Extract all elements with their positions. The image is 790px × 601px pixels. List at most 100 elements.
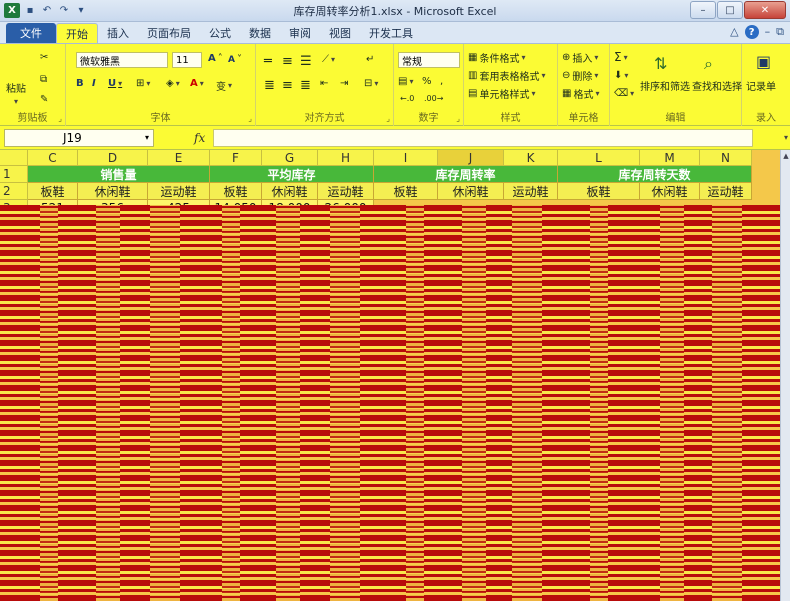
column-header-n[interactable]: N	[700, 150, 752, 166]
help-icon[interactable]: ?	[744, 25, 759, 39]
accounting-format-icon[interactable]: ▤ ▾	[398, 76, 413, 87]
column-header-m[interactable]: M	[640, 150, 700, 166]
form-icon[interactable]: ▣	[756, 52, 771, 71]
percent-button[interactable]: %	[422, 76, 432, 87]
column-header-f[interactable]: F	[210, 150, 262, 166]
number-format-select[interactable]: 常规	[398, 52, 460, 68]
align-right-icon[interactable]: ≣	[300, 78, 311, 93]
format-painter-icon[interactable]: ✎	[40, 94, 48, 105]
conditional-format-button[interactable]: ▦ 条件格式 ▾	[468, 50, 525, 65]
row-header-1[interactable]: 1	[0, 166, 28, 183]
shrink-font-button[interactable]: A ˅	[228, 54, 242, 65]
group-header-cell[interactable]: 库存周转率	[374, 166, 558, 183]
undo-icon[interactable]: ↶	[40, 4, 54, 18]
row-header-2[interactable]: 2	[0, 183, 28, 200]
tab-view[interactable]: 视图	[320, 23, 360, 43]
save-icon[interactable]: ▪	[23, 4, 37, 18]
tab-formulas[interactable]: 公式	[200, 23, 240, 43]
font-launcher-icon[interactable]: ⌟	[248, 114, 252, 123]
decrease-indent-icon[interactable]: ⇤	[320, 78, 328, 89]
sub-header-cell[interactable]: 休闲鞋	[438, 183, 504, 200]
copy-icon[interactable]: ⧉	[40, 74, 47, 85]
column-header-d[interactable]: D	[78, 150, 148, 166]
vertical-scrollbar[interactable]: ▲	[780, 150, 790, 601]
number-launcher-icon[interactable]: ⌟	[456, 114, 460, 123]
insert-function-button[interactable]: fx	[194, 131, 205, 145]
column-header-l[interactable]: L	[558, 150, 640, 166]
grow-font-button[interactable]: A ˄	[208, 53, 223, 64]
sub-header-cell[interactable]: 运动鞋	[148, 183, 210, 200]
maximize-button[interactable]: □	[717, 1, 743, 19]
merge-center-icon[interactable]: ⊟ ▾	[364, 78, 378, 89]
sub-header-cell[interactable]: 休闲鞋	[262, 183, 318, 200]
column-header-i[interactable]: I	[374, 150, 438, 166]
sub-header-cell[interactable]: 板鞋	[210, 183, 262, 200]
group-header-cell[interactable]: 库存周转天数	[558, 166, 752, 183]
align-center-icon[interactable]: ≡	[282, 78, 293, 93]
phonetic-button[interactable]: 变 ▾	[216, 78, 232, 93]
cut-icon[interactable]: ✂	[40, 52, 48, 63]
delete-cells-button[interactable]: ⊖ 删除 ▾	[562, 68, 598, 83]
tab-data[interactable]: 数据	[240, 23, 280, 43]
tab-file[interactable]: 文件	[6, 23, 56, 43]
tab-page-layout[interactable]: 页面布局	[138, 23, 200, 43]
increase-indent-icon[interactable]: ⇥	[340, 78, 348, 89]
paste-button[interactable]: 粘贴 ▾	[6, 80, 26, 106]
increase-decimal-icon[interactable]: ←.0	[400, 94, 414, 103]
sub-header-cell[interactable]: 运动鞋	[700, 183, 752, 200]
tab-review[interactable]: 审阅	[280, 23, 320, 43]
window-minimize-icon[interactable]: –	[765, 25, 771, 39]
tab-insert[interactable]: 插入	[98, 23, 138, 43]
comma-button[interactable]: ,	[440, 76, 443, 87]
select-all-corner[interactable]	[0, 150, 28, 166]
sub-header-cell[interactable]: 休闲鞋	[78, 183, 148, 200]
font-name-input[interactable]: 微软雅黑	[76, 52, 168, 68]
format-as-table-button[interactable]: ▥ 套用表格格式 ▾	[468, 68, 545, 83]
italic-button[interactable]: I	[92, 78, 96, 89]
decrease-decimal-icon[interactable]: .00→	[424, 94, 443, 103]
redo-icon[interactable]: ↷	[57, 4, 71, 18]
orientation-icon[interactable]: ⟋ ▾	[322, 54, 335, 65]
wrap-text-icon[interactable]: ↵	[366, 54, 374, 65]
sub-header-cell[interactable]: 板鞋	[374, 183, 438, 200]
format-cells-button[interactable]: ▦ 格式 ▾	[562, 86, 599, 101]
sub-header-cell[interactable]: 休闲鞋	[640, 183, 700, 200]
insert-cells-button[interactable]: ⊕ 插入 ▾	[562, 50, 598, 65]
alignment-launcher-icon[interactable]: ⌟	[386, 114, 390, 123]
column-header-e[interactable]: E	[148, 150, 210, 166]
align-bottom-icon[interactable]: ☰	[300, 54, 312, 69]
underline-button[interactable]: U ▾	[108, 78, 122, 89]
column-header-k[interactable]: K	[504, 150, 558, 166]
border-icon[interactable]: ⊞ ▾	[136, 78, 150, 89]
find-select-icon[interactable]: ⌕	[704, 54, 713, 74]
sort-filter-icon[interactable]: ⇅	[654, 54, 667, 73]
clear-icon[interactable]: ⌫ ▾	[614, 88, 634, 99]
align-left-icon[interactable]: ≣	[264, 78, 275, 93]
tab-developer[interactable]: 开发工具	[360, 23, 422, 43]
minimize-button[interactable]: –	[690, 1, 716, 19]
fill-icon[interactable]: ⬇ ▾	[614, 70, 628, 81]
name-box-dropdown-icon[interactable]: ▾	[145, 133, 149, 142]
autosum-button[interactable]: Σ ▾	[614, 50, 628, 64]
sub-header-cell[interactable]: 运动鞋	[504, 183, 558, 200]
font-size-input[interactable]: 11	[172, 52, 202, 68]
align-middle-icon[interactable]: ≡	[282, 54, 293, 69]
formula-input[interactable]	[213, 128, 754, 147]
name-box[interactable]: J19 ▾	[4, 128, 154, 147]
group-header-cell[interactable]: 平均库存	[210, 166, 374, 183]
font-color-icon[interactable]: A ▾	[190, 78, 204, 89]
minimize-ribbon-icon[interactable]: △	[730, 25, 738, 39]
sort-filter-button[interactable]: 排序和筛选	[640, 78, 690, 93]
column-header-g[interactable]: G	[262, 150, 318, 166]
window-restore-icon[interactable]: ⧉	[776, 25, 784, 39]
sub-header-cell[interactable]: 运动鞋	[318, 183, 374, 200]
sub-header-cell[interactable]: 板鞋	[28, 183, 78, 200]
excel-logo-icon[interactable]: X	[4, 3, 20, 18]
group-header-cell[interactable]: 销售量	[28, 166, 210, 183]
align-top-icon[interactable]: ═	[264, 54, 272, 69]
customize-qat-icon[interactable]: ▾	[74, 4, 88, 18]
expand-formula-bar-icon[interactable]: ▾	[784, 133, 788, 142]
column-header-h[interactable]: H	[318, 150, 374, 166]
fill-color-icon[interactable]: ◈ ▾	[166, 78, 180, 89]
tab-home[interactable]: 开始	[56, 23, 98, 43]
